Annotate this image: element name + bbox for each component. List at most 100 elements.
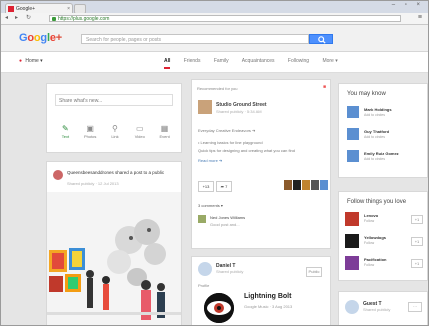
avatar[interactable]: [53, 170, 63, 180]
address-text: https://plus.google.com: [58, 16, 110, 22]
suggested-person[interactable]: Mark Holdings Add to circles: [347, 106, 427, 122]
post-meta: Shared publicly · 5:34 AM: [216, 109, 262, 114]
reload-button[interactable]: ↻: [26, 14, 31, 21]
share-event-button[interactable]: ▦ Event: [156, 124, 174, 139]
suggested-page[interactable]: Lenovo Follow +1: [345, 212, 425, 228]
circle-tabs: All Friends Family Acquaintances Followi…: [164, 58, 350, 69]
address-bar[interactable]: https://plus.google.com: [49, 15, 401, 22]
add-to-circles-link[interactable]: Add to circles: [364, 135, 385, 139]
post-body-line: • Learning basics for line playground: [198, 140, 263, 145]
suggested-person-name[interactable]: Guy Thatford: [364, 129, 389, 134]
avatar[interactable]: [345, 300, 359, 314]
recommended-post: ■ Recommended for you Studio Ground Stre…: [191, 79, 331, 249]
read-more-link[interactable]: Read more ➔: [198, 158, 222, 163]
camera-icon: ▣: [86, 124, 94, 133]
avatar[interactable]: [302, 180, 310, 190]
media-title[interactable]: Lightning Bolt: [244, 293, 291, 300]
add-page-button[interactable]: +1: [411, 259, 423, 268]
stream-post: Daniel T Shared publicly Public Profile …: [191, 256, 331, 325]
plus-one-button[interactable]: +13: [198, 181, 214, 192]
suggested-person[interactable]: Emily Ruiz Gomez Add to circles: [347, 150, 427, 166]
comment-author[interactable]: Ned Jones Williams: [210, 215, 245, 220]
avatar[interactable]: [293, 180, 301, 190]
share-photos-button[interactable]: ▣ Photos: [81, 124, 99, 139]
stream-nav: ● Home ▾ All Friends Family Acquaintance…: [1, 52, 428, 73]
avatar[interactable]: [198, 100, 212, 114]
add-to-circles-link[interactable]: Add to circles: [364, 157, 385, 161]
avatar[interactable]: [311, 180, 319, 190]
tab-all[interactable]: All: [164, 58, 171, 69]
add-to-circles-link[interactable]: Add to circles: [364, 113, 385, 117]
tab-more[interactable]: More ▾: [322, 58, 337, 64]
video-icon: ▭: [136, 124, 144, 133]
avatar[interactable]: [198, 262, 212, 276]
tab-friends[interactable]: Friends: [184, 58, 201, 64]
forward-button[interactable]: ▸: [15, 14, 18, 21]
window-controls[interactable]: – ▫ ×: [392, 2, 424, 8]
lock-icon: [52, 17, 56, 21]
suggested-person[interactable]: Guy Thatford Add to circles: [347, 128, 427, 144]
suggested-page-name[interactable]: Pacification: [364, 257, 386, 262]
post-body-line: Everyday Creative Endeavors ➔: [198, 128, 256, 133]
share-video-label: Video: [134, 134, 145, 139]
stream-post: Guest T Shared publicly ···: [338, 291, 428, 325]
post-meta: Shared publicly: [363, 307, 391, 312]
browser-tab[interactable]: Google+ ×: [5, 3, 73, 13]
suggested-page-name[interactable]: Lenovo: [364, 213, 378, 218]
post-body-line: Quick tips for designing and creating wh…: [198, 148, 295, 153]
google-plus-logo[interactable]: Google+: [19, 32, 62, 44]
album-art-image[interactable]: [204, 293, 234, 323]
page-logo-icon: [345, 256, 359, 270]
share-text-label: Text: [61, 134, 70, 139]
tab-following[interactable]: Following: [288, 58, 309, 64]
illustration-people-gallery: [47, 192, 181, 325]
share-video-button[interactable]: ▭ Video: [131, 124, 149, 139]
avatar[interactable]: [198, 215, 206, 223]
page-logo-icon: [345, 212, 359, 226]
follow-link[interactable]: Follow: [364, 263, 374, 267]
follow-link[interactable]: Follow: [364, 241, 374, 245]
calendar-icon: ▦: [160, 124, 169, 133]
share-text-button[interactable]: ✎ Text: [56, 124, 74, 139]
comments-toggle[interactable]: 3 comments ▾: [198, 203, 223, 208]
follow-things-box: Follow things you love Lenovo Follow +1 …: [338, 191, 428, 281]
share-photos-label: Photos: [83, 134, 97, 139]
browser-menu-icon[interactable]: ≡: [418, 14, 422, 21]
suggested-person-name[interactable]: Mark Holdings: [364, 107, 392, 112]
browser-tab-title: Google+: [16, 6, 36, 12]
avatar[interactable]: [284, 180, 292, 190]
back-button[interactable]: ◂: [5, 14, 8, 21]
pencil-icon: ✎: [62, 124, 69, 133]
share-link-label: Link: [111, 134, 119, 139]
follow-link[interactable]: Follow: [364, 219, 374, 223]
post-author[interactable]: Studio Ground Street: [216, 102, 267, 108]
suggested-page[interactable]: Pacification Follow +1: [345, 256, 425, 272]
post-meta: Shared publicly · 12 Jul 2013: [67, 181, 119, 186]
suggested-page[interactable]: Yellowdogs Follow +1: [345, 234, 425, 250]
tab-acquaintances[interactable]: Acquaintances: [242, 58, 275, 64]
search-icon: [318, 36, 326, 44]
post-options-icon[interactable]: ■: [323, 84, 326, 90]
search-button[interactable]: [309, 34, 333, 44]
share-input[interactable]: Share what's new...: [55, 94, 173, 106]
eye-graphic-icon: [204, 293, 234, 323]
you-may-know-box: You may know Mark Holdings Add to circle…: [338, 83, 428, 178]
more-options-button[interactable]: ···: [408, 302, 422, 312]
follow-things-title: Follow things you love: [347, 199, 407, 205]
post-label: Profile: [198, 283, 210, 288]
add-page-button[interactable]: +1: [411, 215, 423, 224]
home-icon: ●: [19, 58, 23, 64]
add-page-button[interactable]: +1: [411, 237, 423, 246]
avatar[interactable]: [320, 180, 328, 190]
suggested-person-name[interactable]: Emily Ruiz Gomez: [364, 151, 399, 156]
suggested-page-name[interactable]: Yellowdogs: [364, 235, 386, 240]
search-input[interactable]: Search for people, pages or posts: [81, 34, 309, 44]
share-link-button[interactable]: ⚲ Link: [106, 124, 124, 139]
sharer-avatars: [284, 180, 329, 190]
home-dropdown[interactable]: ● Home ▾: [19, 58, 43, 64]
tab-family[interactable]: Family: [214, 58, 229, 64]
share-button[interactable]: ➦ 7: [216, 181, 232, 192]
post-image[interactable]: [47, 192, 181, 325]
post-author[interactable]: Queensbeesanddrones shared a post to a p…: [67, 170, 177, 175]
visibility-button[interactable]: Public: [306, 267, 322, 277]
